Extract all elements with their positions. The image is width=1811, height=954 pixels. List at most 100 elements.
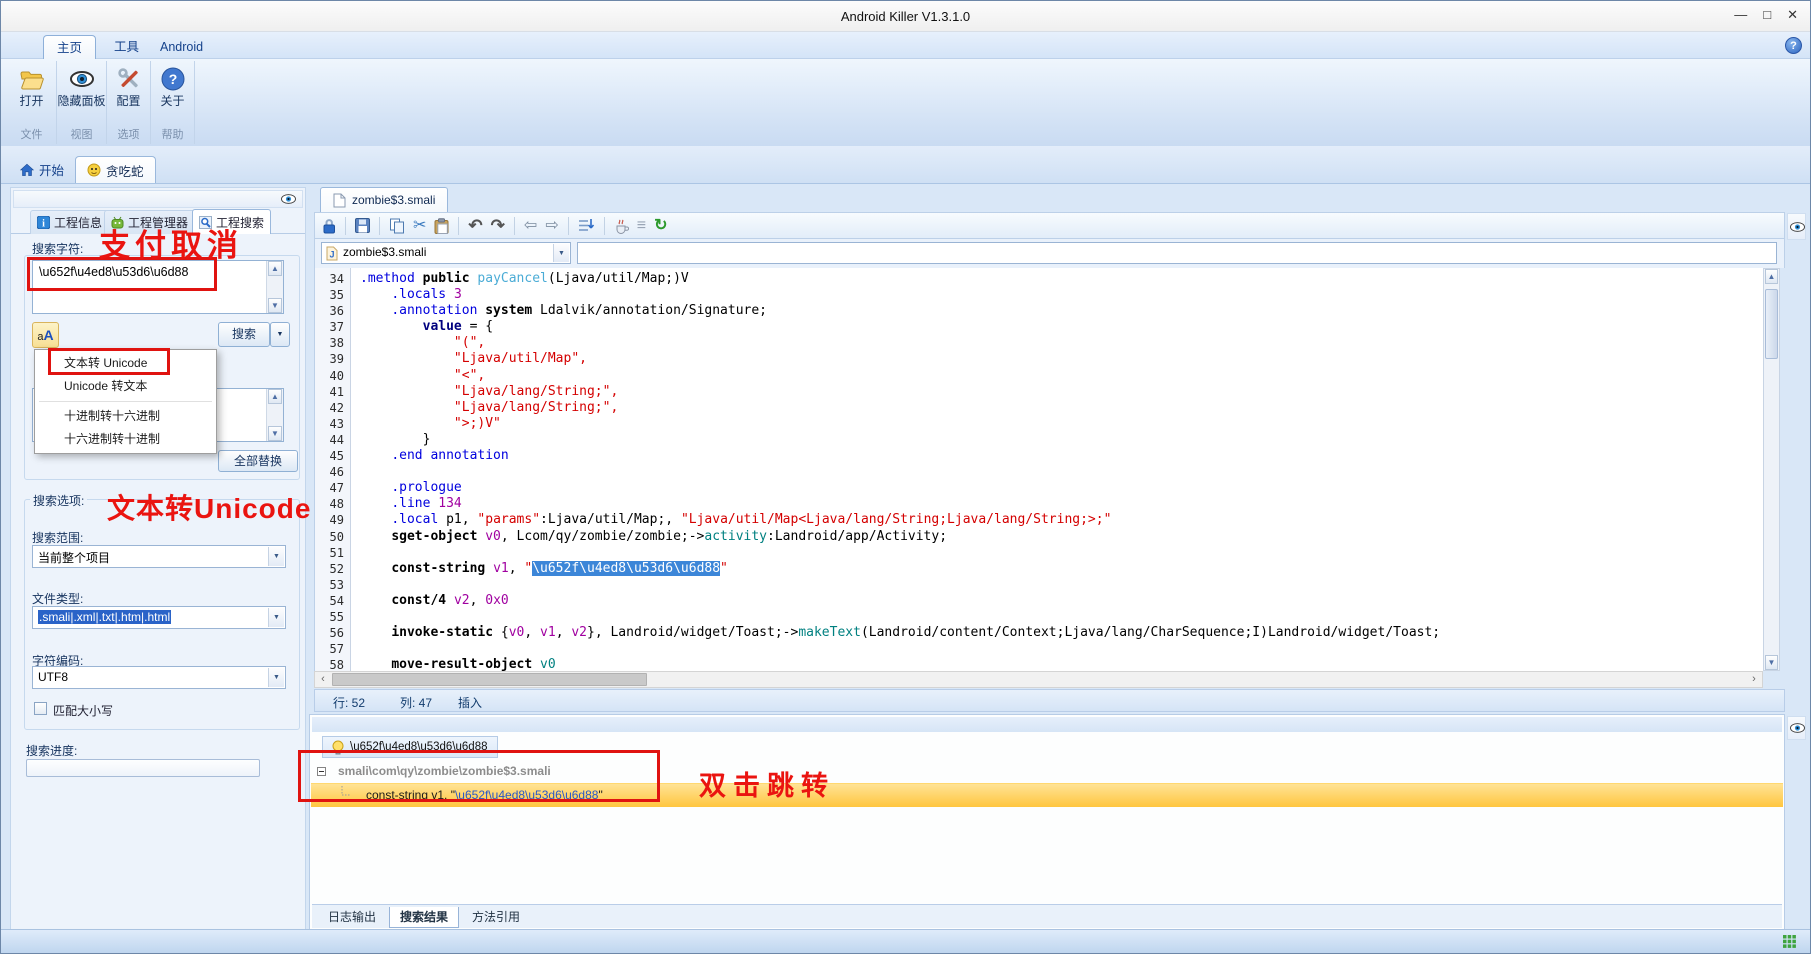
- code-line[interactable]: 37 value = {: [315, 319, 1763, 335]
- chevron-down-icon[interactable]: ▼: [268, 668, 284, 687]
- text-convert-button[interactable]: aA: [32, 322, 59, 348]
- question-icon: ?: [160, 66, 186, 92]
- search-scope-select[interactable]: 当前整个项目 ▼: [32, 545, 286, 568]
- help-icon[interactable]: ?: [1785, 37, 1802, 54]
- horizontal-scrollbar[interactable]: ‹ ›: [314, 671, 1763, 688]
- code-line[interactable]: 35 .locals 3: [315, 287, 1763, 303]
- vertical-scrollbar[interactable]: ▲ ▼: [1763, 268, 1780, 671]
- search-dropdown-arrow[interactable]: ▼: [270, 322, 290, 347]
- chevron-down-icon[interactable]: ▼: [268, 547, 284, 566]
- code-line[interactable]: 43 ">;)V": [315, 416, 1763, 432]
- menu-item-hex-to-dec[interactable]: 十六进制转十进制: [35, 428, 216, 451]
- close-button[interactable]: ✕: [1787, 7, 1798, 23]
- cursor-column-indicator: 列: 47: [400, 696, 433, 710]
- align-lines-icon[interactable]: ≡: [637, 217, 646, 234]
- scroll-down-icon[interactable]: ▼: [268, 298, 282, 313]
- line-number: 38: [329, 336, 344, 351]
- encoding-select[interactable]: UTF8 ▼: [32, 666, 286, 689]
- tab-log-output[interactable]: 日志输出: [318, 907, 386, 928]
- code-line[interactable]: 53: [315, 577, 1763, 593]
- code-line[interactable]: 52 const-string v1, "\u652f\u4ed8\u53d6\…: [315, 560, 1763, 577]
- code-area[interactable]: 34 .method public payCancel(Ljava/util/Ma…: [314, 268, 1763, 671]
- reorder-list-icon[interactable]: [578, 218, 595, 233]
- tab-search-results[interactable]: 搜索结果: [389, 907, 460, 928]
- cut-icon[interactable]: ✂: [413, 217, 426, 234]
- secondary-input[interactable]: [577, 242, 1777, 264]
- code-line[interactable]: 44 }: [315, 432, 1763, 448]
- replace-input-scrollbar[interactable]: ▲ ▼: [266, 389, 283, 441]
- save-icon[interactable]: [355, 218, 370, 233]
- code-line[interactable]: 58 move-result-object v0: [315, 657, 1763, 671]
- ribbon-tab-home[interactable]: 主页: [43, 35, 97, 59]
- horizontal-scroll-thumb[interactable]: [332, 673, 647, 686]
- code-line[interactable]: 36 .annotation system Ldalvik/annotation…: [315, 303, 1763, 319]
- file-selector-combo[interactable]: J zombie$3.smali ▼: [321, 242, 571, 264]
- search-button[interactable]: 搜索: [218, 322, 270, 347]
- ribbon-tab-android[interactable]: Android: [147, 35, 216, 59]
- tab-project-info[interactable]: i 工程信息: [30, 210, 110, 234]
- scroll-up-icon[interactable]: ▲: [1765, 269, 1778, 284]
- search-input-scrollbar[interactable]: ▲ ▼: [266, 261, 283, 313]
- code-line[interactable]: 42 "Ljava/lang/String;",: [315, 400, 1763, 416]
- scroll-up-icon[interactable]: ▲: [268, 389, 282, 404]
- code-line[interactable]: 54 const/4 v2, 0x0: [315, 593, 1763, 609]
- code-line[interactable]: 55: [315, 609, 1763, 625]
- redo-icon[interactable]: ↷: [491, 217, 505, 234]
- menu-item-unicode-to-text[interactable]: Unicode 转文本: [35, 375, 216, 398]
- minimize-button[interactable]: —: [1734, 7, 1747, 23]
- ribbon-tab-bar: 主页 工具 Android ?: [1, 32, 1810, 59]
- chevron-down-icon[interactable]: ▼: [553, 244, 569, 262]
- panel-eye-icon[interactable]: [1790, 222, 1805, 232]
- file-type-select[interactable]: .smali|.xml|.txt|.htm|.html ▼: [32, 606, 286, 629]
- maximize-button[interactable]: □: [1763, 7, 1771, 23]
- panel-eye-icon[interactable]: [1790, 723, 1805, 733]
- code-line[interactable]: 48 .line 134: [315, 496, 1763, 512]
- panel-eye-icon[interactable]: [281, 194, 296, 204]
- vertical-scroll-thumb[interactable]: [1765, 289, 1778, 359]
- code-line[interactable]: 46: [315, 464, 1763, 480]
- ribbon-tab-tools[interactable]: 工具: [101, 35, 152, 59]
- code-line[interactable]: 49 .local p1, "params":Ljava/util/Map;, …: [315, 512, 1763, 528]
- configure-button[interactable]: 配置: [108, 63, 149, 127]
- menu-item-dec-to-hex[interactable]: 十进制转十六进制: [35, 405, 216, 428]
- navigate-back-icon[interactable]: ⇦: [524, 217, 537, 234]
- code-line[interactable]: 38 "(",: [315, 335, 1763, 351]
- code-line[interactable]: 40 "<",: [315, 368, 1763, 384]
- match-case-checkbox[interactable]: [34, 702, 47, 715]
- refresh-icon[interactable]: ↻: [654, 217, 667, 234]
- code-line[interactable]: 57: [315, 641, 1763, 657]
- java-icon[interactable]: [614, 218, 629, 234]
- code-line[interactable]: 56 invoke-static {v0, v1, v2}, Landroid/…: [315, 625, 1763, 641]
- scroll-up-icon[interactable]: ▲: [268, 261, 282, 276]
- copy-icon[interactable]: [389, 218, 405, 234]
- scroll-down-icon[interactable]: ▼: [1765, 655, 1778, 670]
- tab-start[interactable]: 开始: [9, 156, 75, 183]
- hide-panel-button[interactable]: 隐藏面板: [58, 63, 106, 127]
- chevron-down-icon[interactable]: ▼: [268, 608, 284, 627]
- scroll-right-icon[interactable]: ›: [1746, 672, 1762, 687]
- toolbar-separator: [603, 216, 605, 235]
- lock-icon[interactable]: [322, 218, 336, 234]
- code-line[interactable]: 47 .prologue: [315, 480, 1763, 496]
- tab-method-references[interactable]: 方法引用: [462, 907, 530, 928]
- navigate-forward-icon[interactable]: ⇨: [545, 217, 558, 234]
- encoding-value: UTF8: [38, 670, 68, 684]
- code-line[interactable]: 50 sget-object v0, Lcom/qy/zombie/zombie…: [315, 529, 1763, 545]
- open-button[interactable]: 打开: [8, 63, 55, 127]
- scroll-down-icon[interactable]: ▼: [268, 426, 282, 441]
- code-line[interactable]: 51: [315, 545, 1763, 561]
- toolbar-separator: [513, 216, 515, 235]
- about-button[interactable]: ? 关于: [152, 63, 193, 127]
- snake-game-icon: [87, 163, 101, 177]
- menu-separator: [39, 401, 212, 402]
- undo-icon[interactable]: ↶: [468, 217, 482, 234]
- code-line[interactable]: 34 .method public payCancel(Ljava/util/Ma…: [315, 271, 1763, 287]
- code-line[interactable]: 45 .end annotation: [315, 448, 1763, 464]
- scroll-left-icon[interactable]: ‹: [315, 672, 331, 687]
- paste-icon[interactable]: [434, 217, 449, 234]
- editor-file-tab[interactable]: zombie$3.smali: [320, 187, 449, 212]
- tab-project-snake[interactable]: 贪吃蛇: [75, 156, 156, 183]
- code-line[interactable]: 41 "Ljava/lang/String;",: [315, 384, 1763, 400]
- code-line[interactable]: 39 "Ljava/util/Map",: [315, 351, 1763, 367]
- replace-all-button[interactable]: 全部替换: [218, 450, 298, 472]
